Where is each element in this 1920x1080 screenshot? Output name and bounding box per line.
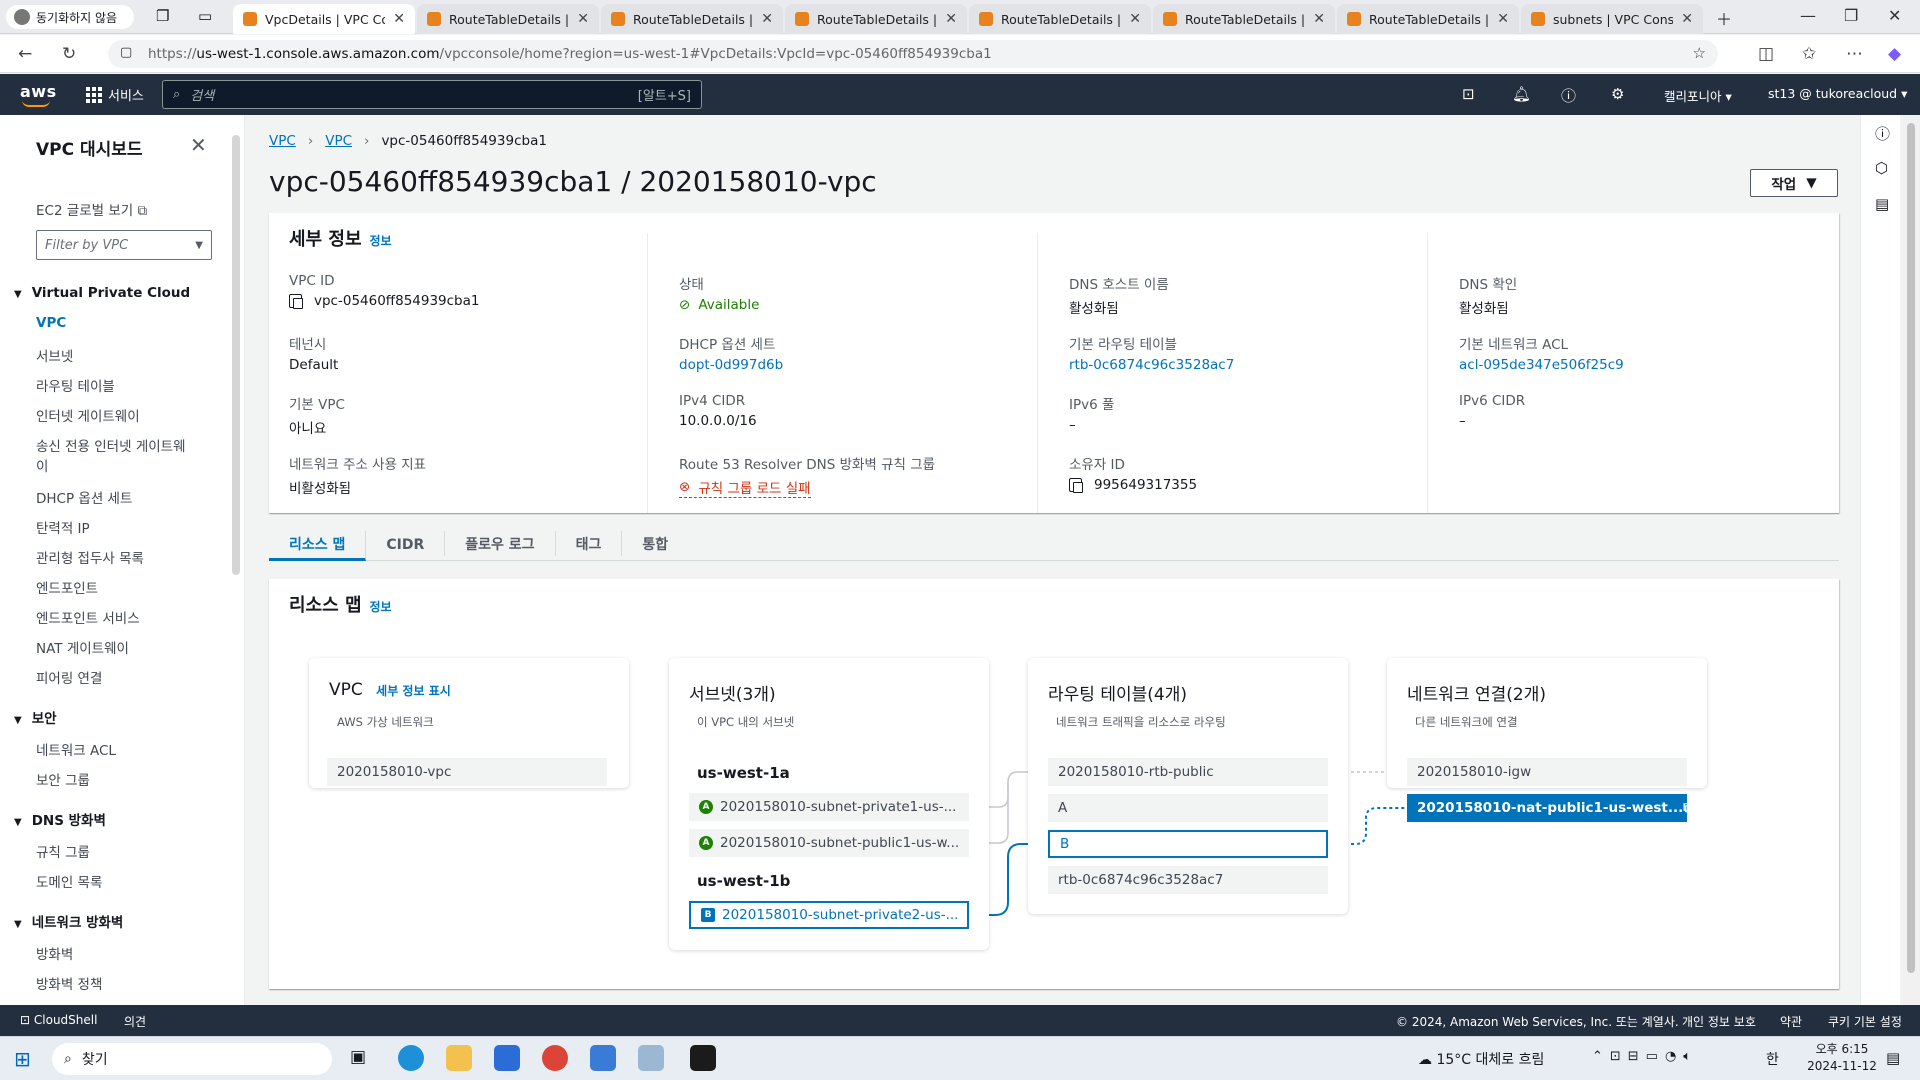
route-table-item[interactable]: rtb-0c6874c96c3528ac7 [1048, 866, 1328, 894]
photos-icon[interactable] [590, 1045, 616, 1071]
cloudshell-button[interactable]: ⊡ CloudShell [20, 1013, 97, 1027]
card-subtitle: AWS 가상 네트워크 [337, 715, 434, 729]
subnet-item[interactable]: A 2020158010-subnet-public1-us-w... [689, 829, 969, 857]
clock-date: 2024-11-12 [1807, 1059, 1877, 1073]
nat-name: 2020158010-nat-public1-us-west... [1417, 800, 1684, 816]
vpc-item[interactable]: 2020158010-vpc [327, 758, 607, 786]
igw-item[interactable]: 2020158010-igw [1407, 758, 1687, 786]
privacy-link[interactable]: 개인 정보 보호 [1682, 1013, 1756, 1030]
resource-card-network-connections: 네트워크 연결(2개) 다른 네트워크에 연결 2020158010-igw 2… [1387, 658, 1707, 822]
terminal-icon: ⊡ [20, 1013, 31, 1027]
ime-icon[interactable]: 한 [1766, 1049, 1779, 1069]
resource-card-vpc: VPC 세부 정보 표시 AWS 가상 네트워크 2020158010-vpc [309, 658, 629, 788]
task-view-icon[interactable]: ▣ [350, 1047, 366, 1067]
taskbar-search-label: 찾기 [81, 1052, 108, 1068]
card-title: 네트워크 연결(2개) [1407, 685, 1546, 705]
taskbar-search[interactable]: ⌕ 찾기 [52, 1043, 332, 1075]
card-title: VPC [329, 680, 363, 700]
calendar-app-icon[interactable] [494, 1045, 520, 1071]
card-title: 라우팅 테이블(4개) [1048, 685, 1187, 705]
cloudshell-label: CloudShell [33, 1013, 98, 1027]
subnet-item[interactable]: A 2020158010-subnet-private1-us-... [689, 793, 969, 821]
terminal-app-icon[interactable] [690, 1045, 716, 1071]
info-icon[interactable]: ⓘ [1875, 123, 1890, 144]
chrome-icon[interactable] [542, 1045, 568, 1071]
az-badge: A [699, 800, 713, 814]
route-table-item[interactable]: 2020158010-rtb-public [1048, 758, 1328, 786]
weather-widget[interactable]: ☁ 15°C 대체로 흐림 [1418, 1049, 1544, 1069]
right-utility-rail: ⓘ ⬡ ▤ [1860, 115, 1900, 1005]
route-table-item[interactable]: A [1048, 794, 1328, 822]
route-table-item-selected[interactable]: B [1048, 830, 1328, 858]
copyright-text: © 2024, Amazon Web Services, Inc. 또는 계열사… [1396, 1015, 1679, 1029]
weather-icon: ☁ [1418, 1052, 1432, 1068]
card-subtitle: 네트워크 트래픽을 리소스로 라우팅 [1056, 715, 1226, 729]
app-icon[interactable] [638, 1045, 664, 1071]
az-label: us-west-1a [697, 764, 790, 782]
cookie-preferences-link[interactable]: 쿠키 기본 설정 [1828, 1013, 1902, 1030]
az-badge: B [701, 908, 715, 922]
feedback-link[interactable]: 의견 [124, 1013, 146, 1030]
clock[interactable]: 오후 6:15 2024-11-12 [1792, 1041, 1892, 1075]
windows-taskbar: ⊞ ⌕ 찾기 ▣ ☁ 15°C 대체로 흐림 ⌃⊡⊟▭◔🔈︎ 한 오후 6:15 2… [0, 1036, 1920, 1080]
az-badge: A [699, 836, 713, 850]
card-title: 서브넷(3개) [689, 685, 776, 705]
card-subtitle: 이 VPC 내의 서브넷 [697, 715, 795, 729]
az-label: us-west-1b [697, 872, 791, 890]
nat-item-selected[interactable]: 2020158010-nat-public1-us-west...⧉ [1407, 794, 1687, 822]
file-explorer-icon[interactable] [446, 1045, 472, 1071]
console-footer: ⊡ CloudShell 의견 © 2024, Amazon Web Servi… [0, 1005, 1920, 1036]
subnet-name: 2020158010-subnet-private1-us-... [720, 799, 957, 815]
card-subtitle: 다른 네트워크에 연결 [1415, 715, 1518, 729]
search-icon: ⌕ [64, 1051, 72, 1067]
resource-card-subnets: 서브넷(3개) 이 VPC 내의 서브넷 us-west-1a A 2020158… [669, 658, 989, 950]
weather-text: 15°C 대체로 흐림 [1436, 1052, 1545, 1068]
external-link-icon: ⧉ [1683, 800, 1687, 816]
notification-center-icon[interactable]: ▤ [1886, 1049, 1900, 1067]
feedback-icon[interactable]: ▤ [1875, 195, 1889, 213]
system-tray-icons[interactable]: ⌃⊡⊟▭◔🔈︎ [1592, 1049, 1698, 1064]
clock-time: 오후 6:15 [1815, 1042, 1869, 1056]
layers-icon[interactable]: ⬡ [1875, 159, 1888, 177]
show-details-link[interactable]: 세부 정보 표시 [376, 684, 451, 698]
edge-browser-icon[interactable] [398, 1045, 424, 1071]
terms-link[interactable]: 약관 [1780, 1013, 1802, 1030]
resource-card-route-tables: 라우팅 테이블(4개) 네트워크 트래픽을 리소스로 라우팅 202015801… [1028, 658, 1348, 914]
page-scrollbar[interactable] [1903, 115, 1920, 1005]
scroll-thumb[interactable] [1907, 123, 1915, 973]
subnet-name: 2020158010-subnet-public1-us-w... [720, 835, 960, 851]
subnet-item-selected[interactable]: B 2020158010-subnet-private2-us-... [689, 901, 969, 929]
subnet-name: 2020158010-subnet-private2-us-... [722, 907, 959, 923]
card-heading: VPC 세부 정보 표시 [329, 680, 451, 700]
windows-start-icon[interactable]: ⊞ [14, 1047, 31, 1071]
